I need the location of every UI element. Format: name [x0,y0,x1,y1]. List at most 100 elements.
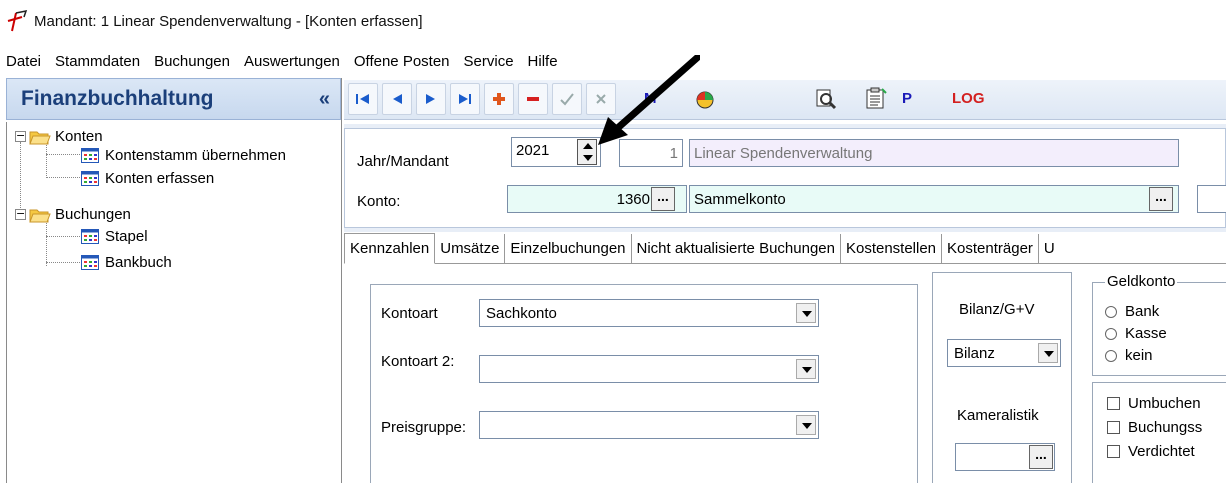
konto-name-input[interactable]: Sammelkonto [689,185,1179,213]
folder-open-icon [29,209,51,222]
kontoart-value: Sachkonto [486,304,557,322]
tab-kostentraeger[interactable]: Kostenträger [942,234,1039,263]
delete-record-button[interactable] [518,83,548,115]
menu-hilfe[interactable]: Hilfe [528,53,558,70]
menu-stammdaten[interactable]: Stammdaten [55,53,140,70]
title-bar: Mandant: 1 Linear Spendenverwaltung - [K… [0,0,1226,42]
tree-label: Konten erfassen [105,170,215,187]
konto-lookup-button[interactable]: ... [651,187,675,211]
tree-label: Bankbuch [105,254,172,271]
tree-node-stapel[interactable]: Stapel [81,228,148,245]
form-grid-icon [81,171,99,186]
previous-record-button[interactable] [382,83,412,115]
checkbox-icon [1107,421,1120,434]
navigation-header: Finanzbuchhaltung « [6,78,341,120]
last-record-icon [459,94,471,104]
geldkonto-legend: Geldkonto [1105,273,1178,290]
previous-record-icon [393,94,402,104]
search-document-icon[interactable] [814,87,838,111]
year-spinner[interactable] [577,139,597,165]
cancel-icon [596,94,606,104]
save-record-button[interactable] [552,83,582,115]
checkbox-label: Verdichtet [1128,443,1195,460]
tab-nicht-aktualisierte-buchungen[interactable]: Nicht aktualisierte Buchungen [632,234,841,263]
chevron-down-icon[interactable] [796,303,816,323]
tab-umsaetze[interactable]: Umsätze [435,234,506,263]
kameralistik-lookup-button[interactable]: ... [1029,445,1053,469]
last-record-button[interactable] [450,83,480,115]
chevron-down-icon[interactable] [796,415,816,435]
radio-label: Kasse [1125,325,1167,342]
tab-kostenstellen[interactable]: Kostenstellen [841,234,943,263]
tab-einzelbuchungen[interactable]: Einzelbuchungen [505,234,632,263]
radio-bank[interactable]: Bank [1105,303,1159,320]
checkbox-umbuchen[interactable]: Umbuchen [1107,395,1201,412]
clipboard-list-icon[interactable] [864,86,888,110]
preisgruppe-select[interactable] [479,411,819,439]
m-button[interactable]: M [644,90,657,107]
mandant-name-field: Linear Spendenverwaltung [689,139,1179,167]
menu-auswertungen[interactable]: Auswertungen [244,53,340,70]
geldkonto-group: Geldkonto Bank Kasse kein [1092,273,1226,376]
menu-buchungen[interactable]: Buchungen [154,53,230,70]
kontoart-group: Kontoart Sachkonto Kontoart 2: Preisgrup… [370,284,918,483]
radio-label: Bank [1125,303,1160,320]
kontoart2-label: Kontoart 2: [381,353,455,370]
radio-circle-icon [1105,349,1117,362]
tab-strip: Kennzahlen Umsätze Einzelbuchungen Nicht… [344,232,1226,264]
tree-label: Buchungen [55,206,131,223]
kontoart2-select[interactable] [479,355,819,383]
add-record-button[interactable] [484,83,514,115]
cancel-record-button[interactable] [586,83,616,115]
collapse-node-icon[interactable]: − [15,208,26,220]
form-grid-icon [81,148,99,163]
kontoart-select[interactable]: Sachkonto [479,299,819,327]
collapse-pane-button[interactable]: « [319,88,330,111]
tree-node-buchungen[interactable]: − Buchungen [15,206,131,223]
chart-ball-icon[interactable] [694,88,716,110]
checkbox-verdichtet[interactable]: Verdichtet [1107,443,1195,460]
next-record-icon [426,94,435,104]
checkbox-label: Umbuchen [1128,395,1201,412]
p-button[interactable]: P [902,90,912,107]
window-title: Mandant: 1 Linear Spendenverwaltung - [K… [34,12,423,30]
tree-label: Kontenstamm übernehmen [105,147,286,164]
checkmark-icon [560,93,574,106]
jahr-mandant-label: Jahr/Mandant [357,153,449,170]
next-record-button[interactable] [416,83,446,115]
checkbox-icon [1107,397,1120,410]
tree-node-bankbuch[interactable]: Bankbuch [81,254,172,271]
menu-service[interactable]: Service [464,53,514,70]
chevron-down-icon[interactable] [796,359,816,379]
radio-kasse[interactable]: Kasse [1105,325,1167,342]
radio-kein[interactable]: kein [1105,347,1153,364]
checkbox-buchungss[interactable]: Buchungss [1107,419,1202,436]
konto-name-lookup-button[interactable]: ... [1149,187,1173,211]
first-record-icon [356,94,369,104]
bilanz-value: Bilanz [954,344,995,362]
navigation-tree: − Konten Kontenstamm übernehmen Konten e… [6,122,341,483]
form-grid-icon [81,229,99,244]
radio-circle-icon [1105,305,1117,318]
collapse-node-icon[interactable]: − [15,130,26,142]
menu-datei[interactable]: Datei [6,53,41,70]
konto-label: Konto: [357,193,401,210]
record-toolbar: M P LOG [344,80,1226,120]
tab-more[interactable]: U [1039,234,1060,263]
tree-node-kontenstamm[interactable]: Kontenstamm übernehmen [81,147,286,164]
extra-field[interactable] [1197,185,1226,213]
navigation-title: Finanzbuchhaltung [21,87,214,110]
plus-icon [493,93,505,105]
bilanz-select[interactable]: Bilanz [947,339,1061,367]
preisgruppe-label: Preisgruppe: [381,419,467,436]
tab-kennzahlen[interactable]: Kennzahlen [344,233,436,264]
tree-node-konten[interactable]: − Konten [15,128,103,145]
menu-bar: Datei Stammdaten Buchungen Auswertungen … [0,48,1226,74]
menu-offene-posten[interactable]: Offene Posten [354,53,450,70]
minus-icon [527,97,539,101]
tree-node-konten-erfassen[interactable]: Konten erfassen [81,170,214,187]
checkbox-label: Buchungss [1128,419,1203,436]
first-record-button[interactable] [348,83,378,115]
log-button[interactable]: LOG [952,90,985,107]
chevron-down-icon[interactable] [1038,343,1058,363]
